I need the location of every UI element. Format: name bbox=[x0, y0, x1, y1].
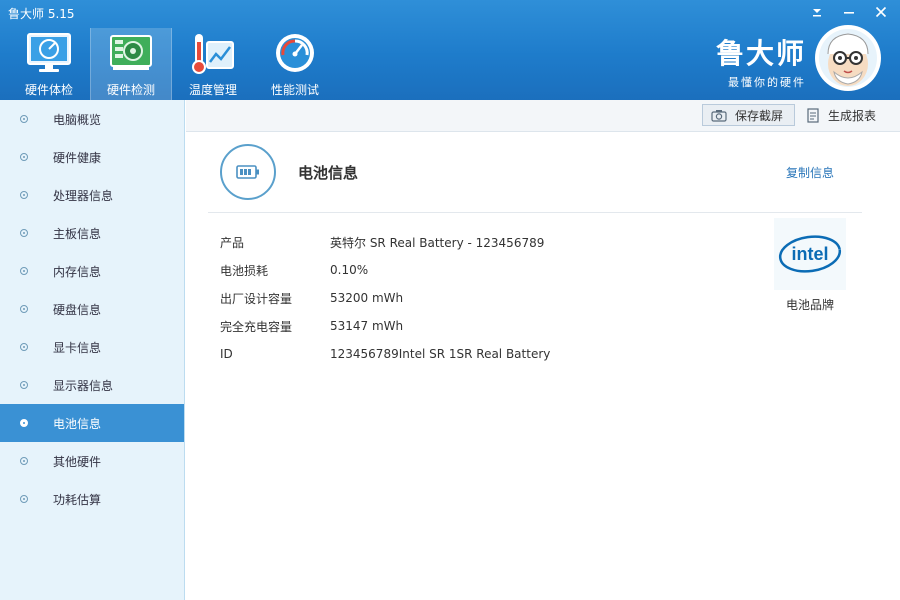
app-header: 鲁大师 5.15 硬件体检 硬件检测 温度管理 性能测试 鲁大师 最懂你的硬件 bbox=[0, 0, 900, 100]
bullet-icon bbox=[20, 153, 28, 161]
bullet-icon bbox=[20, 343, 28, 351]
camera-icon bbox=[711, 109, 727, 122]
bullet-icon bbox=[20, 495, 28, 503]
bullet-icon bbox=[20, 229, 28, 237]
bullet-icon bbox=[20, 457, 28, 465]
nav-hardware-checkup[interactable]: 硬件体检 bbox=[8, 28, 90, 100]
brand-logo-caption: 电池品牌 bbox=[785, 298, 834, 312]
toolbar: 保存截屏 生成报表 bbox=[186, 100, 900, 132]
nav-hardware-detection[interactable]: 硬件检测 bbox=[90, 28, 172, 100]
brand-name: 鲁大师 bbox=[715, 37, 806, 70]
sidebar-item-memory[interactable]: 内存信息 bbox=[0, 252, 184, 290]
dropdown-menu-icon[interactable] bbox=[808, 4, 826, 20]
sidebar-item-label: 硬盘信息 bbox=[53, 302, 102, 317]
main-content: 电池信息 复制信息 产品 英特尔 SR Real Battery - 12345… bbox=[186, 132, 900, 600]
app-title: 鲁大师 5.15 bbox=[8, 7, 75, 21]
close-icon[interactable] bbox=[872, 4, 890, 20]
sidebar-item-overview[interactable]: 电脑概览 bbox=[0, 100, 184, 138]
info-row: 产品 英特尔 SR Real Battery - 123456789 bbox=[220, 228, 550, 256]
sidebar-item-other-hardware[interactable]: 其他硬件 bbox=[0, 442, 184, 480]
brand-slogan: 最懂你的硬件 bbox=[728, 76, 806, 89]
mascot-avatar-icon bbox=[815, 25, 881, 91]
info-key: 出厂设计容量 bbox=[220, 291, 293, 306]
speedometer-icon bbox=[276, 34, 314, 72]
info-row: ID 123456789Intel SR 1SR Real Battery bbox=[220, 340, 550, 368]
sidebar-item-label: 功耗估算 bbox=[53, 492, 102, 507]
battery-info-table: 产品 英特尔 SR Real Battery - 123456789 电池损耗 … bbox=[220, 228, 550, 368]
logo-text: intel bbox=[791, 244, 828, 264]
sidebar-item-label: 处理器信息 bbox=[53, 188, 114, 203]
sidebar-item-monitor[interactable]: 显示器信息 bbox=[0, 366, 184, 404]
generate-report-button[interactable]: 生成报表 bbox=[804, 104, 876, 126]
sidebar-item-label: 电脑概览 bbox=[53, 112, 102, 127]
sidebar-item-battery[interactable]: 电池信息 bbox=[0, 404, 184, 442]
sidebar-item-disk[interactable]: 硬盘信息 bbox=[0, 290, 184, 328]
info-value: 53200 mWh bbox=[330, 291, 404, 305]
sidebar-item-label: 硬件健康 bbox=[53, 150, 102, 165]
info-key: 电池损耗 bbox=[220, 263, 269, 278]
save-screenshot-label: 保存截屏 bbox=[735, 108, 784, 123]
info-value: 0.10% bbox=[330, 263, 369, 277]
nav-performance[interactable]: 性能测试 bbox=[254, 28, 336, 100]
info-row: 电池损耗 0.10% bbox=[220, 256, 550, 284]
bullet-icon bbox=[20, 267, 28, 275]
brand: 鲁大师 最懂你的硬件 bbox=[716, 32, 806, 90]
info-key: ID bbox=[220, 347, 233, 361]
sidebar: 电脑概览 硬件健康 处理器信息 主板信息 内存信息 硬盘信息 显卡信息 显示器信… bbox=[0, 100, 185, 600]
info-key: 产品 bbox=[220, 235, 245, 250]
bullet-icon bbox=[20, 381, 28, 389]
save-screenshot-button[interactable]: 保存截屏 bbox=[702, 104, 795, 126]
sidebar-item-power-estimate[interactable]: 功耗估算 bbox=[0, 480, 184, 518]
copy-info-link[interactable]: 复制信息 bbox=[786, 164, 834, 181]
bullet-icon bbox=[20, 115, 28, 123]
generate-report-label: 生成报表 bbox=[828, 108, 877, 123]
sidebar-item-motherboard[interactable]: 主板信息 bbox=[0, 214, 184, 252]
nav-label: 硬件检测 bbox=[106, 83, 155, 97]
info-row: 出厂设计容量 53200 mWh bbox=[220, 284, 550, 312]
bullet-icon bbox=[20, 191, 28, 199]
sidebar-item-label: 其他硬件 bbox=[53, 454, 102, 469]
sidebar-item-graphics[interactable]: 显卡信息 bbox=[0, 328, 184, 366]
sidebar-item-processor[interactable]: 处理器信息 bbox=[0, 176, 184, 214]
sidebar-item-hardware-health[interactable]: 硬件健康 bbox=[0, 138, 184, 176]
brand-logo: intel bbox=[774, 218, 846, 290]
window-controls bbox=[808, 4, 890, 20]
bullet-icon bbox=[20, 419, 28, 427]
minimize-icon[interactable] bbox=[840, 4, 858, 20]
sidebar-item-label: 显卡信息 bbox=[53, 340, 102, 355]
section-title: 电池信息 bbox=[298, 164, 359, 182]
sidebar-item-label: 电池信息 bbox=[53, 416, 102, 431]
battery-icon bbox=[220, 144, 276, 200]
divider bbox=[208, 212, 862, 213]
sidebar-item-label: 显示器信息 bbox=[53, 378, 114, 393]
nav-label: 硬件体检 bbox=[24, 83, 73, 97]
nav-label: 温度管理 bbox=[188, 83, 237, 97]
circuit-board-icon bbox=[110, 35, 152, 70]
main-nav: 硬件体检 硬件检测 温度管理 性能测试 bbox=[8, 28, 336, 100]
report-icon bbox=[807, 107, 819, 123]
info-row: 完全充电容量 53147 mWh bbox=[220, 312, 550, 340]
nav-label: 性能测试 bbox=[270, 83, 319, 97]
info-value: 53147 mWh bbox=[330, 319, 404, 333]
bullet-icon bbox=[20, 305, 28, 313]
monitor-check-icon bbox=[27, 33, 71, 72]
info-value: 123456789Intel SR 1SR Real Battery bbox=[330, 347, 551, 361]
info-key: 完全充电容量 bbox=[220, 319, 293, 334]
sidebar-item-label: 主板信息 bbox=[53, 226, 102, 241]
sidebar-item-label: 内存信息 bbox=[53, 264, 102, 279]
intel-logo-icon: intel bbox=[778, 235, 842, 273]
thermometer-icon bbox=[192, 34, 234, 74]
nav-temperature[interactable]: 温度管理 bbox=[172, 28, 254, 100]
info-value: 英特尔 SR Real Battery - 123456789 bbox=[330, 235, 545, 250]
